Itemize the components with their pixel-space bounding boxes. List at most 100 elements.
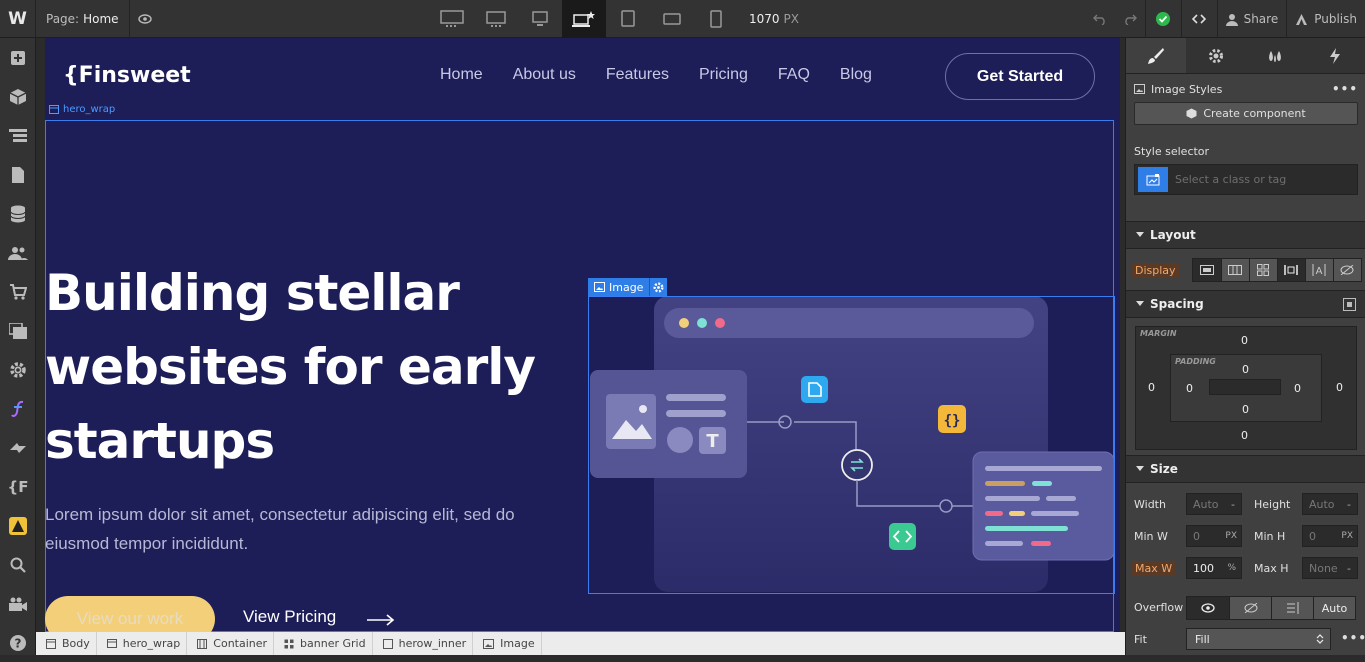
fit-select[interactable]: Fill xyxy=(1186,628,1331,650)
breakpoint-mobile-landscape-icon[interactable] xyxy=(650,0,694,38)
pages-icon[interactable] xyxy=(0,155,36,194)
breadcrumb-item[interactable]: herow_inner xyxy=(373,632,474,655)
section-icon xyxy=(49,105,59,114)
margin-left-value[interactable]: 0 xyxy=(1148,381,1155,394)
breadcrumb-item[interactable]: Container xyxy=(187,632,275,655)
overflow-auto-button[interactable]: Auto xyxy=(1313,597,1355,619)
width-input[interactable]: Auto - xyxy=(1186,493,1242,515)
fit-more-options-icon[interactable]: ••• xyxy=(1341,631,1365,645)
spacing-box-icon[interactable] xyxy=(1343,297,1356,311)
nav-link-pricing[interactable]: Pricing xyxy=(699,66,748,84)
height-input[interactable]: Auto - xyxy=(1302,493,1358,515)
min-height-input[interactable]: 0 PX xyxy=(1302,525,1358,547)
page-selector[interactable]: Page: Home xyxy=(36,0,130,38)
padding-top-value[interactable]: 0 xyxy=(1242,363,1249,376)
canvas-width-readout[interactable]: 1070 PX xyxy=(749,0,799,38)
style-manager-drops-icon[interactable] xyxy=(1246,38,1306,73)
hero-wrap-label: hero_wrap xyxy=(49,104,115,115)
padding-left-value[interactable]: 0 xyxy=(1186,382,1193,395)
user-icon xyxy=(1225,13,1238,26)
nav-link-home[interactable]: Home xyxy=(440,66,483,84)
audit-warning-icon[interactable] xyxy=(0,506,36,545)
nav-link-blog[interactable]: Blog xyxy=(840,66,872,84)
more-options-icon[interactable]: ••• xyxy=(1332,82,1358,96)
view-our-work-button[interactable]: View our work xyxy=(45,596,215,632)
max-height-label: Max H xyxy=(1254,562,1289,575)
margin-right-value[interactable]: 0 xyxy=(1336,381,1343,394)
video-tutorials-icon[interactable] xyxy=(0,584,36,623)
view-pricing-link[interactable]: View Pricing xyxy=(243,607,336,627)
webflow-logo[interactable]: W xyxy=(0,0,36,38)
image-settings-gear-icon[interactable] xyxy=(649,278,668,296)
site-status-check-icon[interactable] xyxy=(1144,0,1181,38)
overflow-scroll-icon[interactable] xyxy=(1271,597,1313,619)
nav-link-faq[interactable]: FAQ xyxy=(778,66,810,84)
preview-eye-icon[interactable] xyxy=(130,0,160,38)
padding-bottom-value[interactable]: 0 xyxy=(1242,403,1249,416)
nav-link-features[interactable]: Features xyxy=(606,66,669,84)
breakpoint-mobile-portrait-icon[interactable] xyxy=(694,0,738,38)
assets-icon[interactable] xyxy=(0,311,36,350)
image-tag-text: Image xyxy=(609,280,644,294)
redo-icon[interactable] xyxy=(1115,0,1145,38)
get-started-button[interactable]: Get Started xyxy=(945,53,1095,100)
size-section-header[interactable]: Size xyxy=(1126,455,1365,483)
breakpoint-tablet-icon[interactable] xyxy=(606,0,650,38)
fit-label: Fit xyxy=(1134,633,1147,646)
image-element-tag[interactable]: Image xyxy=(588,278,668,296)
min-width-input[interactable]: 0 PX xyxy=(1186,525,1242,547)
overflow-visible-icon[interactable] xyxy=(1187,597,1229,619)
element-settings-gear-icon[interactable] xyxy=(1186,38,1246,73)
spacing-section-header[interactable]: Spacing xyxy=(1126,290,1365,318)
max-width-input[interactable]: 100% xyxy=(1186,557,1242,579)
max-height-input[interactable]: None - xyxy=(1302,557,1358,579)
help-icon[interactable]: ? xyxy=(0,623,36,662)
padding-box: PADDING 0 0 0 0 xyxy=(1170,354,1322,422)
designer-canvas[interactable]: {Finsweet Home About us Features Pricing FAQ… xyxy=(36,38,1125,632)
breadcrumb-item[interactable]: hero_wrap xyxy=(97,632,188,655)
navigator-icon[interactable] xyxy=(0,116,36,155)
display-block-icon[interactable] xyxy=(1192,259,1221,281)
code-view-icon[interactable] xyxy=(1180,0,1217,38)
components-cube-icon[interactable] xyxy=(0,77,36,116)
finsweet-app-icon[interactable]: {F xyxy=(0,467,36,506)
search-icon[interactable] xyxy=(0,545,36,584)
margin-top-value[interactable]: 0 xyxy=(1241,334,1248,347)
breakpoint-xxl-icon[interactable] xyxy=(430,0,474,38)
breadcrumb-item[interactable]: Body xyxy=(36,632,97,655)
breadcrumb-item[interactable]: Image xyxy=(473,632,542,655)
min-width-label: Min W xyxy=(1134,530,1168,543)
users-icon[interactable] xyxy=(0,233,36,272)
breakpoint-desktop-icon[interactable] xyxy=(562,0,606,38)
style-brush-icon[interactable] xyxy=(1126,38,1186,73)
fonts-app-icon[interactable] xyxy=(0,389,36,428)
layout-section-header[interactable]: Layout xyxy=(1126,221,1365,249)
display-grid-icon[interactable] xyxy=(1248,259,1277,281)
overflow-hidden-icon[interactable] xyxy=(1229,597,1271,619)
display-inline-block-icon[interactable] xyxy=(1276,259,1305,281)
nav-link-about-us[interactable]: About us xyxy=(513,66,576,84)
interactions-bolt-icon[interactable] xyxy=(1305,38,1365,73)
create-component-button[interactable]: Create component xyxy=(1134,102,1358,125)
ecommerce-cart-icon[interactable] xyxy=(0,272,36,311)
breadcrumb-item[interactable]: banner Grid xyxy=(274,632,373,655)
logic-icon[interactable] xyxy=(0,428,36,467)
breakpoint-large-icon[interactable] xyxy=(518,0,562,38)
display-none-icon[interactable] xyxy=(1332,259,1361,281)
style-selector-input[interactable]: Select a class or tag xyxy=(1134,164,1358,195)
hero-paragraph[interactable]: Lorem ipsum dolor sit amet, consectetur … xyxy=(45,500,565,558)
settings-gear-icon[interactable] xyxy=(0,350,36,389)
share-button[interactable]: Share xyxy=(1216,0,1287,38)
hero-heading[interactable]: Building stellar websites for early star… xyxy=(45,256,565,478)
display-inline-icon[interactable]: A xyxy=(1304,259,1333,281)
undo-icon[interactable] xyxy=(1085,0,1115,38)
add-panel-icon[interactable] xyxy=(0,38,36,77)
display-flex-icon[interactable] xyxy=(1220,259,1249,281)
margin-label: MARGIN xyxy=(1140,329,1177,338)
breakpoint-xl-icon[interactable] xyxy=(474,0,518,38)
padding-right-value[interactable]: 0 xyxy=(1294,382,1301,395)
site-logo[interactable]: {Finsweet xyxy=(63,63,191,88)
publish-button[interactable]: Publish xyxy=(1286,0,1365,38)
cms-database-icon[interactable] xyxy=(0,194,36,233)
margin-bottom-value[interactable]: 0 xyxy=(1241,429,1248,442)
